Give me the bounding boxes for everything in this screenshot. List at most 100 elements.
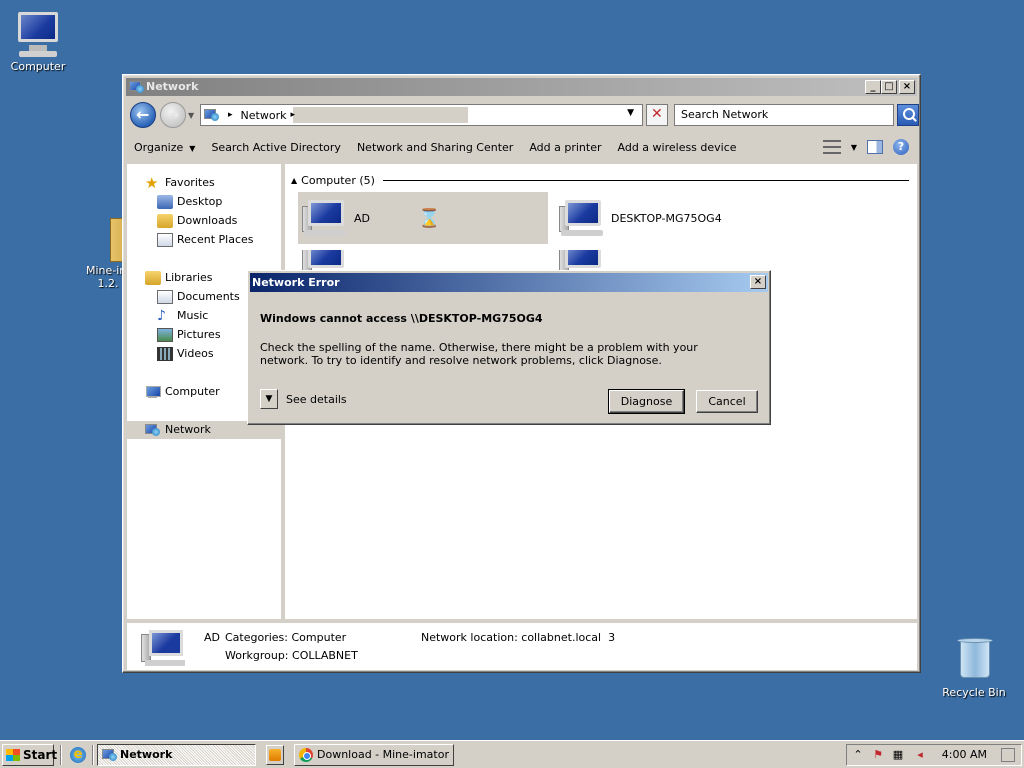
computer-icon <box>559 196 607 240</box>
address-dropdown-icon[interactable]: ▼ <box>627 108 634 118</box>
action-center-icon[interactable]: ⚑ <box>871 748 885 762</box>
views-dropdown-icon[interactable]: ▼ <box>851 143 857 152</box>
network-icon <box>102 748 117 762</box>
downloads-icon <box>157 214 173 228</box>
forward-button[interactable] <box>160 102 186 128</box>
detail-categories: Categories: Computer <box>225 631 347 644</box>
recent-places-icon <box>157 233 173 247</box>
nav-libraries[interactable]: Libraries <box>145 269 213 287</box>
computer-icon <box>145 385 161 399</box>
close-button[interactable]: × <box>899 80 915 94</box>
detail-name: AD <box>204 631 220 644</box>
taskbar-button-network[interactable]: Network <box>97 744 256 766</box>
computer-icon <box>559 250 607 270</box>
dialog-title-bar[interactable]: Network Error × <box>250 273 768 292</box>
breadcrumb-network[interactable]: Network <box>241 109 287 122</box>
group-header[interactable]: ▲ Computer (5) <box>291 172 909 188</box>
videos-icon <box>157 347 173 361</box>
add-printer-button[interactable]: Add a printer <box>521 133 609 163</box>
start-button[interactable]: Start <box>2 744 57 766</box>
network-status-icon[interactable]: ▦ <box>891 748 905 762</box>
desktop-icon <box>157 195 173 209</box>
detail-location: Network location: collabnet.local 3 <box>421 631 616 644</box>
desktop-icon-label: Computer <box>10 60 66 73</box>
minimize-button[interactable]: _ <box>865 80 881 94</box>
collapse-icon[interactable]: ▲ <box>291 176 297 185</box>
pictures-icon <box>157 328 173 342</box>
maximize-button[interactable]: □ <box>881 80 897 94</box>
detail-workgroup: Workgroup: COLLABNET <box>225 649 358 662</box>
computer-icon <box>14 10 62 57</box>
computer-tile-partial[interactable] <box>555 250 805 270</box>
search-input[interactable]: Search Network <box>674 104 894 126</box>
recycle-bin-icon <box>950 636 998 682</box>
desktop-icon-computer[interactable]: Computer <box>0 10 76 73</box>
network-icon <box>204 108 220 122</box>
back-button[interactable] <box>130 102 156 128</box>
expand-icon[interactable]: ▼ <box>260 389 278 409</box>
network-sharing-center-button[interactable]: Network and Sharing Center <box>349 133 521 163</box>
nav-computer[interactable]: Computer <box>145 383 220 401</box>
nav-downloads[interactable]: Downloads <box>157 212 237 230</box>
computer-tile-ad[interactable]: AD ⌛ <box>298 192 548 244</box>
breadcrumb-chevron-icon[interactable]: ▸ <box>290 110 295 120</box>
dialog-heading: Windows cannot access \\DESKTOP-MG75OG4 <box>260 312 543 325</box>
details-pane: AD Categories: Computer Workgroup: COLLA… <box>127 621 917 670</box>
dialog-title: Network Error <box>252 276 340 289</box>
music-icon: ♪ <box>157 308 166 324</box>
nav-documents[interactable]: Documents <box>157 288 240 306</box>
nav-pictures[interactable]: Pictures <box>157 326 221 344</box>
nav-desktop[interactable]: Desktop <box>157 193 222 211</box>
preview-pane-icon[interactable] <box>867 140 883 154</box>
show-hidden-icons-icon[interactable]: ⌃ <box>851 748 865 762</box>
stop-icon[interactable] <box>646 104 668 126</box>
star-icon: ★ <box>145 174 159 192</box>
breadcrumb-chevron-icon[interactable]: ▸ <box>228 110 233 120</box>
address-row: ▼ ▸ Network ▸ ▼ Search Network <box>126 99 919 131</box>
nav-recent-places[interactable]: Recent Places <box>157 231 254 249</box>
desktop-icon-label: Recycle Bin <box>942 686 1006 699</box>
nav-music[interactable]: ♪ Music <box>157 307 208 325</box>
show-desktop-icon[interactable] <box>1001 748 1015 762</box>
network-error-dialog: Network Error × Windows cannot access \\… <box>247 270 771 425</box>
desktop-icon-recycle-bin[interactable]: Recycle Bin <box>936 636 1012 699</box>
command-bar: Organize ▼ Search Active Directory Networ… <box>126 133 917 163</box>
hourglass-cursor-icon: ⌛ <box>418 208 441 229</box>
views-icon[interactable] <box>822 140 841 154</box>
search-active-directory-button[interactable]: Search Active Directory <box>203 133 349 163</box>
nav-videos[interactable]: Videos <box>157 345 214 363</box>
help-icon[interactable]: ? <box>893 139 909 155</box>
documents-icon <box>157 290 173 304</box>
computer-tile-desktop[interactable]: DESKTOP-MG75OG4 <box>555 192 805 244</box>
network-icon <box>145 423 161 437</box>
dialog-message: Check the spelling of the name. Otherwis… <box>260 341 698 367</box>
nav-favorites[interactable]: ★ Favorites <box>145 174 215 192</box>
taskbar-button-chrome[interactable]: Download - Mine-imator -... <box>294 744 454 766</box>
title-bar[interactable]: Network _ □ × <box>126 78 917 96</box>
search-icon[interactable] <box>897 104 919 126</box>
system-tray: ⌃ ⚑ ▦ ◂ 4:00 AM <box>846 744 1022 766</box>
organize-button[interactable]: Organize ▼ <box>126 133 203 164</box>
address-bar[interactable]: ▸ Network ▸ ▼ <box>200 104 643 126</box>
computer-icon <box>141 626 189 670</box>
cancel-button[interactable]: Cancel <box>696 390 758 413</box>
chrome-icon <box>299 748 313 762</box>
computer-icon <box>302 250 350 270</box>
chevron-down-icon: ▼ <box>189 143 196 153</box>
computer-icon <box>302 196 350 240</box>
history-dropdown-icon[interactable]: ▼ <box>188 111 194 120</box>
media-player-icon[interactable] <box>266 745 284 765</box>
see-details-toggle[interactable]: ▼ See details <box>260 389 347 409</box>
computer-tile-partial[interactable] <box>298 250 548 270</box>
windows-flag-icon <box>6 749 20 761</box>
internet-explorer-icon[interactable]: e <box>70 747 86 763</box>
volume-muted-icon[interactable]: ◂ <box>913 748 927 762</box>
close-icon[interactable]: × <box>750 275 766 289</box>
window-title: Network <box>146 80 199 93</box>
taskbar: Start e Network Download - Mine-imator -… <box>0 740 1024 768</box>
network-icon <box>129 80 144 93</box>
diagnose-button[interactable]: Diagnose <box>608 389 685 414</box>
libraries-icon <box>145 271 161 285</box>
add-wireless-device-button[interactable]: Add a wireless device <box>610 133 745 163</box>
clock[interactable]: 4:00 AM <box>942 745 987 765</box>
